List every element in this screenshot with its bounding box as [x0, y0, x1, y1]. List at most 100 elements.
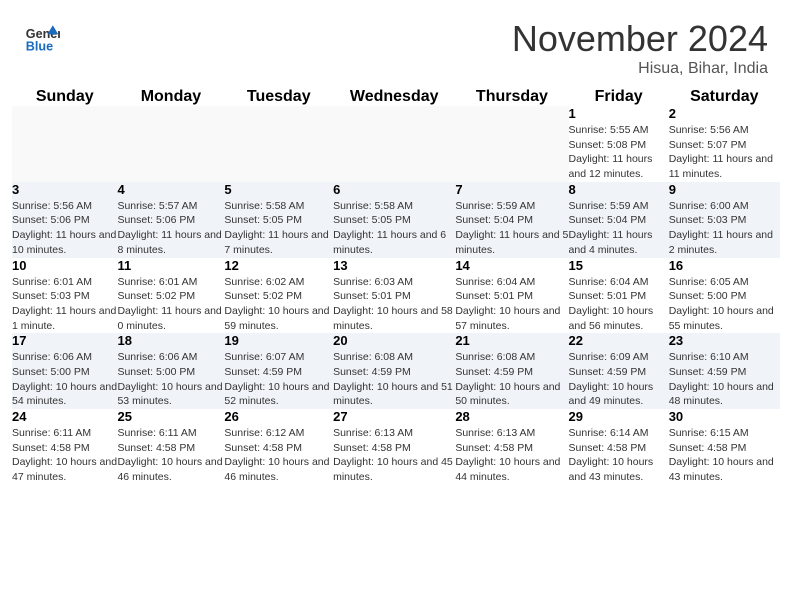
day-number: 7 — [455, 182, 568, 197]
day-info: Sunrise: 6:12 AM Sunset: 4:58 PM Dayligh… — [224, 426, 333, 485]
svg-text:Blue: Blue — [26, 39, 53, 53]
calendar-day-cell: 28 Sunrise: 6:13 AM Sunset: 4:58 PM Dayli… — [455, 409, 568, 485]
calendar-day-cell: 30 Sunrise: 6:15 AM Sunset: 4:58 PM Dayli… — [669, 409, 780, 485]
day-info: Sunrise: 6:04 AM Sunset: 5:01 PM Dayligh… — [569, 275, 669, 334]
calendar-day-cell: 18 Sunrise: 6:06 AM Sunset: 5:00 PM Dayli… — [117, 333, 224, 409]
calendar-day-cell: 7 Sunrise: 5:59 AM Sunset: 5:04 PM Daylig… — [455, 182, 568, 258]
page-header: General Blue November 2024 Hisua, Bihar,… — [0, 0, 792, 88]
day-number: 25 — [117, 409, 224, 424]
calendar-table: Sunday Monday Tuesday Wednesday Thursday… — [12, 88, 780, 485]
calendar-day-cell — [333, 106, 455, 182]
calendar-day-cell: 20Sunrise: 6:08 AM Sunset: 4:59 PM Dayli… — [333, 333, 455, 409]
calendar-day-cell: 13Sunrise: 6:03 AM Sunset: 5:01 PM Dayli… — [333, 258, 455, 334]
day-info: Sunrise: 6:06 AM Sunset: 5:00 PM Dayligh… — [117, 350, 224, 409]
day-number: 20 — [333, 333, 455, 348]
calendar-day-cell: 17Sunrise: 6:06 AM Sunset: 5:00 PM Dayli… — [12, 333, 117, 409]
day-info: Sunrise: 6:13 AM Sunset: 4:58 PM Dayligh… — [455, 426, 568, 485]
calendar-day-cell: 27 Sunrise: 6:13 AM Sunset: 4:58 PM Dayli… — [333, 409, 455, 485]
day-info: Sunrise: 6:13 AM Sunset: 4:58 PM Dayligh… — [333, 426, 455, 485]
calendar-day-cell: 8 Sunrise: 5:59 AM Sunset: 5:04 PM Daylig… — [569, 182, 669, 258]
day-number: 22 — [569, 333, 669, 348]
calendar-day-cell — [224, 106, 333, 182]
calendar-day-cell — [455, 106, 568, 182]
day-info: Sunrise: 5:58 AM Sunset: 5:05 PM Dayligh… — [333, 199, 455, 258]
day-info: Sunrise: 5:59 AM Sunset: 5:04 PM Dayligh… — [569, 199, 669, 258]
calendar-header: Sunday Monday Tuesday Wednesday Thursday… — [12, 88, 780, 106]
day-number: 27 — [333, 409, 455, 424]
day-info: Sunrise: 6:06 AM Sunset: 5:00 PM Dayligh… — [12, 350, 117, 409]
col-wednesday: Wednesday — [333, 88, 455, 106]
calendar-day-cell: 1Sunrise: 5:55 AM Sunset: 5:08 PM Daylig… — [569, 106, 669, 182]
calendar-day-cell: 2 Sunrise: 5:56 AM Sunset: 5:07 PM Daylig… — [669, 106, 780, 182]
calendar-day-cell: 14 Sunrise: 6:04 AM Sunset: 5:01 PM Dayli… — [455, 258, 568, 334]
calendar-day-cell: 12 Sunrise: 6:02 AM Sunset: 5:02 PM Dayli… — [224, 258, 333, 334]
calendar-day-cell: 16 Sunrise: 6:05 AM Sunset: 5:00 PM Dayli… — [669, 258, 780, 334]
day-number: 28 — [455, 409, 568, 424]
col-saturday: Saturday — [669, 88, 780, 106]
day-number: 21 — [455, 333, 568, 348]
day-number: 30 — [669, 409, 780, 424]
day-info: Sunrise: 6:08 AM Sunset: 4:59 PM Dayligh… — [455, 350, 568, 409]
day-info: Sunrise: 5:55 AM Sunset: 5:08 PM Dayligh… — [569, 123, 669, 182]
day-info: Sunrise: 6:00 AM Sunset: 5:03 PM Dayligh… — [669, 199, 780, 258]
day-number: 14 — [455, 258, 568, 273]
day-info: Sunrise: 6:15 AM Sunset: 4:58 PM Dayligh… — [669, 426, 780, 485]
calendar-day-cell: 15 Sunrise: 6:04 AM Sunset: 5:01 PM Dayli… — [569, 258, 669, 334]
day-info: Sunrise: 6:14 AM Sunset: 4:58 PM Dayligh… — [569, 426, 669, 485]
calendar-day-cell: 25 Sunrise: 6:11 AM Sunset: 4:58 PM Dayli… — [117, 409, 224, 485]
day-info: Sunrise: 6:01 AM Sunset: 5:03 PM Dayligh… — [12, 275, 117, 334]
day-number: 16 — [669, 258, 780, 273]
calendar-day-cell: 21 Sunrise: 6:08 AM Sunset: 4:59 PM Dayli… — [455, 333, 568, 409]
calendar-day-cell — [12, 106, 117, 182]
header-row: Sunday Monday Tuesday Wednesday Thursday… — [12, 88, 780, 106]
day-info: Sunrise: 5:56 AM Sunset: 5:06 PM Dayligh… — [12, 199, 117, 258]
day-info: Sunrise: 5:59 AM Sunset: 5:04 PM Dayligh… — [455, 199, 568, 258]
day-number: 3 — [12, 182, 117, 197]
day-number: 19 — [224, 333, 333, 348]
calendar-day-cell — [117, 106, 224, 182]
col-monday: Monday — [117, 88, 224, 106]
day-info: Sunrise: 6:05 AM Sunset: 5:00 PM Dayligh… — [669, 275, 780, 334]
col-tuesday: Tuesday — [224, 88, 333, 106]
title-block: November 2024 Hisua, Bihar, India — [512, 18, 768, 78]
day-info: Sunrise: 6:10 AM Sunset: 4:59 PM Dayligh… — [669, 350, 780, 409]
calendar-week-row: 1Sunrise: 5:55 AM Sunset: 5:08 PM Daylig… — [12, 106, 780, 182]
calendar-week-row: 17Sunrise: 6:06 AM Sunset: 5:00 PM Dayli… — [12, 333, 780, 409]
day-info: Sunrise: 6:02 AM Sunset: 5:02 PM Dayligh… — [224, 275, 333, 334]
day-info: Sunrise: 6:11 AM Sunset: 4:58 PM Dayligh… — [12, 426, 117, 485]
day-number: 11 — [117, 258, 224, 273]
calendar-body: 1Sunrise: 5:55 AM Sunset: 5:08 PM Daylig… — [12, 106, 780, 485]
day-number: 4 — [117, 182, 224, 197]
day-info: Sunrise: 6:11 AM Sunset: 4:58 PM Dayligh… — [117, 426, 224, 485]
calendar-day-cell: 4Sunrise: 5:57 AM Sunset: 5:06 PM Daylig… — [117, 182, 224, 258]
calendar-day-cell: 9Sunrise: 6:00 AM Sunset: 5:03 PM Daylig… — [669, 182, 780, 258]
calendar-day-cell: 3 Sunrise: 5:56 AM Sunset: 5:06 PM Daylig… — [12, 182, 117, 258]
day-number: 29 — [569, 409, 669, 424]
day-info: Sunrise: 6:03 AM Sunset: 5:01 PM Dayligh… — [333, 275, 455, 334]
day-info: Sunrise: 5:58 AM Sunset: 5:05 PM Dayligh… — [224, 199, 333, 258]
day-info: Sunrise: 6:04 AM Sunset: 5:01 PM Dayligh… — [455, 275, 568, 334]
logo: General Blue — [24, 18, 64, 54]
calendar-day-cell: 24 Sunrise: 6:11 AM Sunset: 4:58 PM Dayli… — [12, 409, 117, 485]
calendar-day-cell: 19Sunrise: 6:07 AM Sunset: 4:59 PM Dayli… — [224, 333, 333, 409]
day-info: Sunrise: 6:09 AM Sunset: 4:59 PM Dayligh… — [569, 350, 669, 409]
day-number: 2 — [669, 106, 780, 121]
calendar-week-row: 24Sunrise: 6:11 AM Sunset: 4:58 PM Dayli… — [12, 409, 780, 485]
col-sunday: Sunday — [12, 88, 117, 106]
calendar-day-cell: 22 Sunrise: 6:09 AM Sunset: 4:59 PM Dayli… — [569, 333, 669, 409]
day-number: 12 — [224, 258, 333, 273]
calendar-day-cell: 26Sunrise: 6:12 AM Sunset: 4:58 PM Dayli… — [224, 409, 333, 485]
calendar-day-cell: 23 Sunrise: 6:10 AM Sunset: 4:59 PM Dayli… — [669, 333, 780, 409]
calendar-day-cell: 11 Sunrise: 6:01 AM Sunset: 5:02 PM Dayli… — [117, 258, 224, 334]
col-thursday: Thursday — [455, 88, 568, 106]
day-number: 15 — [569, 258, 669, 273]
day-info: Sunrise: 6:01 AM Sunset: 5:02 PM Dayligh… — [117, 275, 224, 334]
day-number: 24 — [12, 409, 117, 424]
calendar-week-row: 10Sunrise: 6:01 AM Sunset: 5:03 PM Dayli… — [12, 258, 780, 334]
calendar-day-cell: 29 Sunrise: 6:14 AM Sunset: 4:58 PM Dayli… — [569, 409, 669, 485]
day-number: 5 — [224, 182, 333, 197]
day-info: Sunrise: 5:56 AM Sunset: 5:07 PM Dayligh… — [669, 123, 780, 182]
day-number: 18 — [117, 333, 224, 348]
day-number: 23 — [669, 333, 780, 348]
day-number: 8 — [569, 182, 669, 197]
